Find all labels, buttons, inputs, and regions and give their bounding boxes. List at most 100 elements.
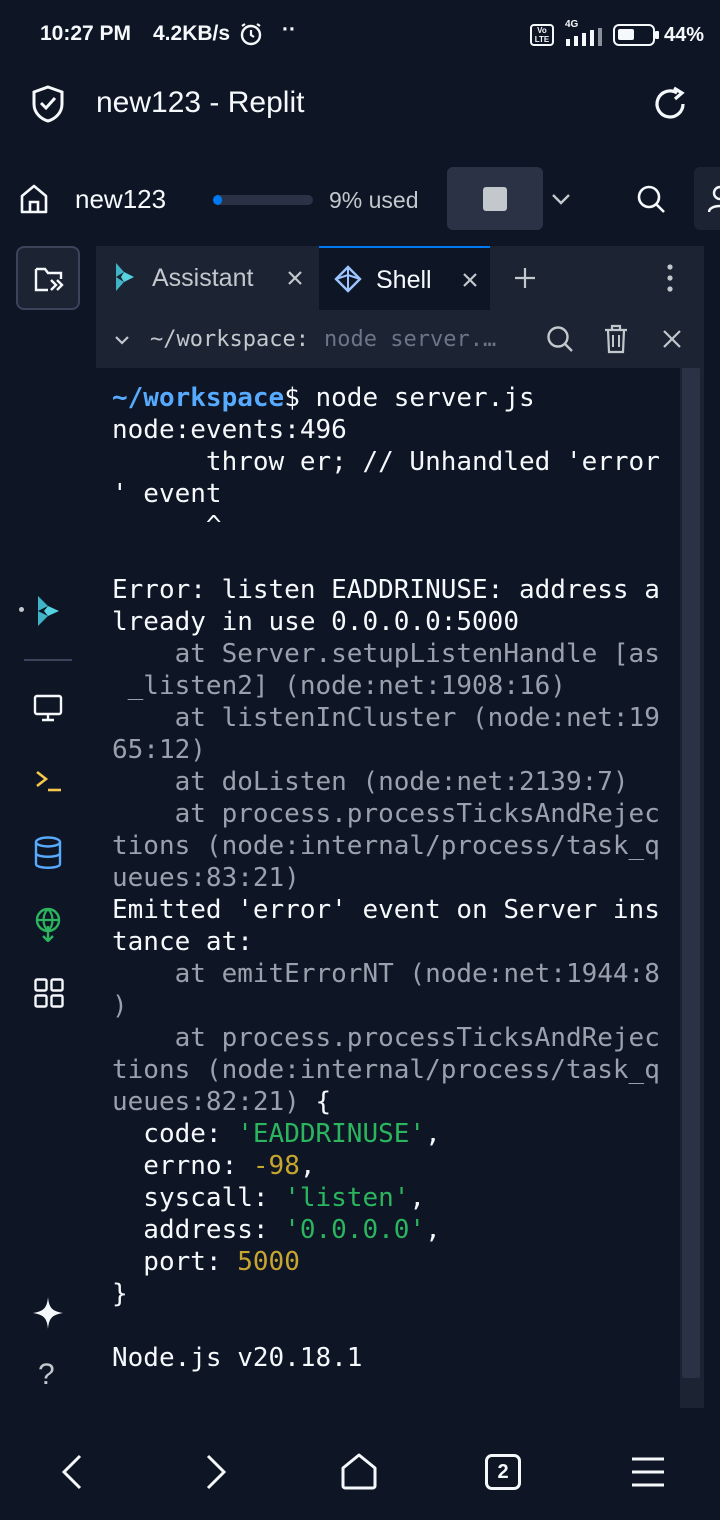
title-bar: new123 - Replit (0, 70, 720, 150)
prop-key: port: (112, 1247, 238, 1277)
comma: , (299, 1151, 316, 1181)
shield-check-icon (30, 84, 66, 129)
grid-icon[interactable] (34, 978, 64, 1013)
close-icon[interactable] (287, 270, 303, 291)
chevron-down-icon[interactable] (550, 188, 572, 215)
terminal-line: ueues:82:21) { (112, 1086, 331, 1118)
terminal-line: syscall: 'listen', (112, 1182, 425, 1214)
tab-bar: Assistant Shell (96, 246, 704, 311)
terminal-scrollbar[interactable] (680, 368, 704, 1378)
prop-key: errno: (112, 1151, 253, 1181)
page-title: new123 - Replit (96, 86, 305, 119)
console-icon[interactable] (35, 768, 63, 799)
close-icon[interactable] (462, 272, 478, 293)
prop-value: '0.0.0.0' (284, 1215, 426, 1245)
terminal-line: at doListen (node:net:2139:7) (112, 767, 629, 797)
reload-icon[interactable] (650, 84, 690, 129)
terminal-line: ^ (112, 511, 222, 541)
folder-arrow-icon (33, 264, 65, 299)
alarm-icon (238, 21, 264, 52)
trash-icon[interactable] (603, 324, 629, 359)
usage-bar-fill (213, 195, 222, 205)
add-tab-icon[interactable] (514, 267, 536, 294)
terminal-line: 65:12) (112, 735, 206, 765)
terminal-line: at process.processTicksAndRejec (112, 1023, 660, 1053)
volte-badge: Vo LTE (530, 24, 554, 46)
terminal-line: port: 5000 (112, 1246, 300, 1278)
menu-icon[interactable] (630, 1456, 666, 1493)
tab-shell[interactable]: Shell (319, 246, 490, 310)
battery-icon (613, 24, 659, 46)
status-dots: ·· (282, 18, 296, 41)
terminal-line: at process.processTicksAndRejec (112, 799, 660, 829)
tab-label: Shell (376, 266, 432, 294)
prop-key: syscall: (112, 1183, 285, 1213)
deployments-icon[interactable] (33, 906, 63, 947)
terminal-line: lready in use 0.0.0.0:5000 (112, 607, 519, 637)
prop-value: 'listen' (284, 1183, 410, 1213)
database-icon[interactable] (34, 836, 62, 875)
scrollbar-thumb[interactable] (682, 368, 700, 1378)
shell-path: ~/workspace: (150, 327, 309, 352)
user-button[interactable] (694, 167, 720, 230)
workspace-panel: Assistant Shell ~/workspace: node server… (96, 246, 704, 1408)
stop-button[interactable] (447, 167, 543, 230)
terminal-line: Error: listen EADDRINUSE: address a (112, 575, 660, 605)
terminal-output[interactable]: ~/workspace$ node server.js node:events:… (96, 368, 680, 1408)
terminal-line: Node.js v20.18.1 (112, 1343, 363, 1373)
tab-assistant[interactable]: Assistant (96, 246, 318, 310)
terminal-line: tance at: (112, 927, 253, 957)
search-icon[interactable] (636, 184, 666, 219)
home-icon[interactable] (18, 182, 50, 221)
repl-name[interactable]: new123 (75, 184, 166, 215)
prop-key: code: (112, 1119, 238, 1149)
shell-header: ~/workspace: node server.… (96, 310, 704, 369)
webview-icon[interactable] (33, 693, 63, 728)
more-options-icon[interactable] (667, 264, 673, 297)
usage-bar (213, 195, 313, 205)
shell-command-preview: node server.… (324, 327, 497, 352)
back-icon[interactable] (60, 1454, 84, 1495)
terminal-line: at emitErrorNT (node:net:1944:8 (112, 959, 660, 989)
prop-value: -98 (252, 1151, 300, 1181)
terminal-line: throw er; // Unhandled 'error (112, 447, 660, 477)
help-icon[interactable]: ? (38, 1358, 55, 1392)
file-tree-toggle[interactable] (16, 246, 80, 310)
tab-label: Assistant (152, 264, 254, 292)
prop-key: address: (112, 1215, 285, 1245)
repl-toolbar: new123 9% used (0, 160, 720, 240)
assistant-icon (112, 262, 136, 297)
terminal-line: tions (node:internal/process/task_q (112, 831, 660, 861)
terminal-line: ueues:83:21) (112, 863, 300, 893)
comma: , (425, 1215, 441, 1245)
terminal-line: node:events:496 (112, 415, 347, 445)
home-icon[interactable] (339, 1452, 379, 1495)
terminal-line: ) (112, 991, 128, 1021)
stack-line-end: ueues:82:21) (112, 1087, 300, 1117)
terminal-line: address: '0.0.0.0', (112, 1214, 441, 1246)
browser-nav-bar: 2 (0, 1420, 720, 1520)
close-icon[interactable] (662, 329, 682, 354)
chevron-down-icon[interactable] (114, 333, 130, 351)
tabs-icon[interactable]: 2 (485, 1454, 521, 1490)
status-net-speed: 4.2KB/s (153, 22, 231, 45)
sparkle-icon[interactable] (32, 1296, 64, 1335)
terminal-line: ~/workspace$ node server.js (112, 382, 535, 414)
search-icon[interactable] (546, 325, 574, 358)
stop-icon (483, 187, 507, 211)
terminal-line: at Server.setupListenHandle [as (112, 639, 660, 669)
prop-value: 5000 (237, 1247, 300, 1277)
status-time: 10:27 PM (40, 22, 132, 45)
terminal-line: at listenInCluster (node:net:19 (112, 703, 660, 733)
terminal-line: } (112, 1279, 128, 1309)
forward-icon[interactable] (204, 1454, 228, 1495)
terminal-line: code: 'EADDRINUSE', (112, 1118, 440, 1150)
signal-icon (566, 28, 604, 51)
assistant-icon[interactable] (32, 594, 62, 633)
prop-value: 'EADDRINUSE' (237, 1119, 426, 1149)
tabs-count: 2 (497, 1461, 509, 1483)
usage-label: 9% used (329, 187, 419, 213)
battery-percent: 44% (664, 24, 705, 46)
prompt-symbol: $ (284, 383, 300, 413)
prompt-path: ~/workspace (112, 383, 285, 413)
